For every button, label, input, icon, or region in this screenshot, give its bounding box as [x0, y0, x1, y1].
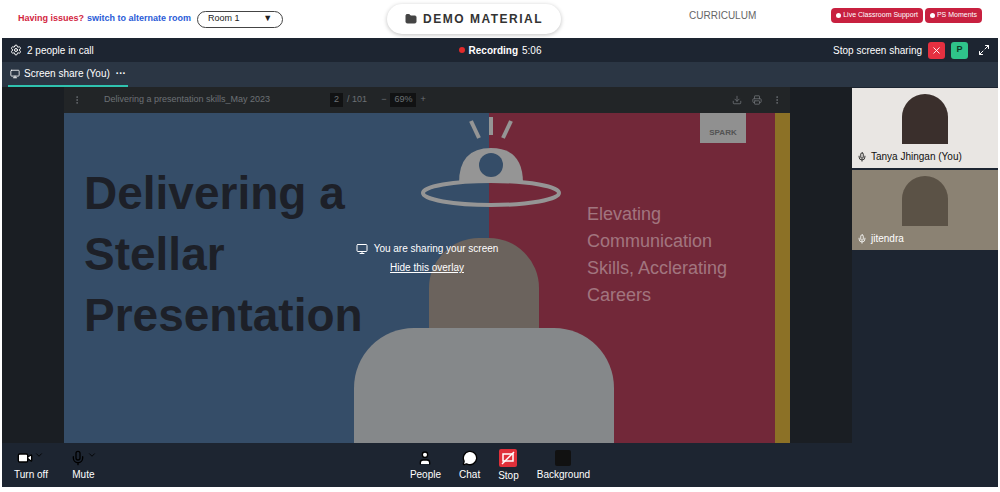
control-label: Mute — [72, 469, 94, 481]
issue-text: Having issues? — [18, 12, 84, 26]
fullscreen-icon[interactable] — [978, 44, 990, 56]
participant-video — [902, 94, 948, 144]
bottom-strip — [0, 487, 1000, 492]
room-select[interactable]: Room 1▼ — [197, 11, 283, 28]
participant-tile[interactable]: Tanya Jhingan (You) — [852, 88, 998, 168]
control-button[interactable]: Mute — [64, 450, 103, 481]
control-label: Chat — [459, 469, 480, 481]
curriculum-link[interactable]: CURRICULUM — [689, 8, 756, 23]
call-body: Delivering a presentation skills_May 202… — [2, 87, 998, 443]
screen-icon — [10, 69, 20, 79]
control-label: People — [410, 469, 441, 481]
top-bar: Having issues?switch to alternate room Ro… — [0, 0, 1000, 38]
record-dot-icon — [459, 47, 465, 53]
pill-dot-icon — [836, 13, 841, 18]
share-screen-icon — [356, 243, 368, 255]
participant-name: jitendra — [871, 231, 904, 246]
mic-icon — [857, 234, 867, 244]
stop-sharing-label[interactable]: Stop screen sharing — [833, 43, 922, 58]
overlay-message: You are sharing your screen — [374, 241, 499, 256]
mic-icon — [70, 450, 86, 466]
shared-screen: Delivering a presentation skills_May 202… — [2, 87, 852, 443]
chat-icon — [462, 450, 478, 466]
control-button[interactable]: Stop — [492, 449, 525, 482]
control-label: Background — [537, 469, 590, 481]
participants-column: Tanya Jhingan (You) jitendra — [852, 87, 998, 443]
control-label: Turn off — [14, 469, 48, 481]
call-header: 2 people in call Recording5:06 Stop screen… — [2, 38, 998, 62]
control-button[interactable]: Chat — [453, 450, 486, 481]
background-icon — [555, 450, 571, 466]
folder-icon — [405, 13, 417, 25]
more-button[interactable]: ··· — [116, 66, 126, 81]
stop-sharing-button[interactable] — [928, 42, 945, 59]
participant-tile[interactable]: jitendra — [852, 170, 998, 250]
gear-icon[interactable] — [10, 44, 22, 56]
app: Having issues?switch to alternate room Ro… — [0, 0, 1000, 492]
caret-icon[interactable] — [87, 450, 97, 460]
call-panel: 2 people in call Recording5:06 Stop screen… — [2, 38, 998, 487]
switch-room-link[interactable]: switch to alternate room — [87, 12, 191, 26]
tab-row: Screen share (You)··· — [2, 62, 998, 87]
video-icon — [17, 450, 33, 466]
user-avatar[interactable]: P — [951, 42, 968, 59]
pill-dot-icon — [930, 13, 935, 18]
control-button[interactable]: Turn off — [8, 450, 54, 481]
controls-bar: Turn off Mute People Chat Stop Background — [2, 443, 998, 487]
participant-name: Tanya Jhingan (You) — [871, 149, 962, 164]
control-button[interactable]: People — [404, 450, 447, 481]
caret-icon[interactable] — [34, 450, 44, 460]
participant-video — [902, 176, 948, 226]
screen-share-tab[interactable]: Screen share (You)··· — [8, 62, 128, 87]
mic-icon — [857, 152, 867, 162]
close-icon — [931, 45, 942, 56]
people-icon — [417, 450, 433, 466]
control-label: Stop — [498, 470, 519, 482]
recording-status: Recording5:06 — [459, 43, 542, 58]
top-pill-button[interactable]: Live Classroom Support — [831, 8, 923, 23]
demo-material-button[interactable]: DEMO MATERIAL — [387, 4, 561, 34]
top-pill-button[interactable]: PS Moments — [925, 8, 982, 23]
sharing-overlay: You are sharing your screen Hide this ove… — [2, 87, 852, 443]
hide-overlay-link[interactable]: Hide this overlay — [390, 260, 464, 275]
stop-share-icon — [499, 449, 517, 467]
control-button[interactable]: Background — [531, 450, 596, 481]
people-count: 2 people in call — [27, 43, 94, 58]
